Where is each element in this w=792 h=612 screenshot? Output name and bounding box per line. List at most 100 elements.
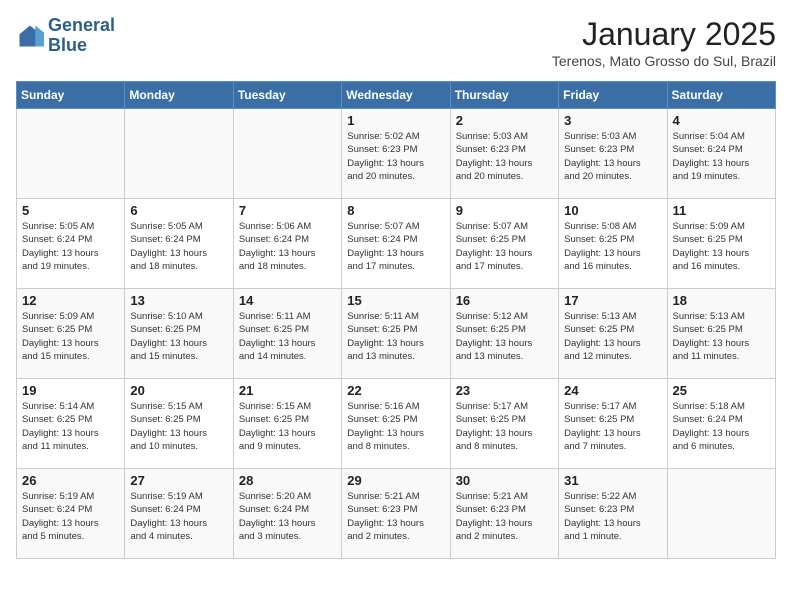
calendar-cell bbox=[233, 109, 341, 199]
calendar-cell: 13 Sunrise: 5:10 AM Sunset: 6:25 PM Dayli… bbox=[125, 289, 233, 379]
day-info: Sunrise: 5:03 AM Sunset: 6:23 PM Dayligh… bbox=[564, 130, 661, 183]
day-number: 29 bbox=[347, 473, 444, 488]
calendar-cell: 1Sunrise: 5:02 AM Sunset: 6:23 PM Daylig… bbox=[342, 109, 450, 199]
calendar-week-3: 12 Sunrise: 5:09 AM Sunset: 6:25 PM Dayli… bbox=[17, 289, 776, 379]
day-number: 27 bbox=[130, 473, 227, 488]
calendar-cell: 28Sunrise: 5:20 AM Sunset: 6:24 PM Dayli… bbox=[233, 469, 341, 559]
day-info: Sunrise: 5:16 AM Sunset: 6:25 PM Dayligh… bbox=[347, 400, 444, 453]
day-info: Sunrise: 5:13 AM Sunset: 6:25 PM Dayligh… bbox=[564, 310, 661, 363]
calendar-cell: 27 Sunrise: 5:19 AM Sunset: 6:24 PM Dayli… bbox=[125, 469, 233, 559]
logo-text: General Blue bbox=[48, 16, 115, 56]
day-info: Sunrise: 5:18 AM Sunset: 6:24 PM Dayligh… bbox=[673, 400, 770, 453]
day-number: 7 bbox=[239, 203, 336, 218]
day-info: Sunrise: 5:08 AM Sunset: 6:25 PM Dayligh… bbox=[564, 220, 661, 273]
day-number: 10 bbox=[564, 203, 661, 218]
day-info: Sunrise: 5:11 AM Sunset: 6:25 PM Dayligh… bbox=[347, 310, 444, 363]
day-number: 19 bbox=[22, 383, 119, 398]
calendar-cell: 2Sunrise: 5:03 AM Sunset: 6:23 PM Daylig… bbox=[450, 109, 558, 199]
calendar-cell: 31 Sunrise: 5:22 AM Sunset: 6:23 PM Dayli… bbox=[559, 469, 667, 559]
day-info: Sunrise: 5:20 AM Sunset: 6:24 PM Dayligh… bbox=[239, 490, 336, 543]
day-info: Sunrise: 5:21 AM Sunset: 6:23 PM Dayligh… bbox=[456, 490, 553, 543]
day-number: 21 bbox=[239, 383, 336, 398]
calendar-cell: 15 Sunrise: 5:11 AM Sunset: 6:25 PM Dayli… bbox=[342, 289, 450, 379]
day-info: Sunrise: 5:09 AM Sunset: 6:25 PM Dayligh… bbox=[22, 310, 119, 363]
day-number: 18 bbox=[673, 293, 770, 308]
day-number: 9 bbox=[456, 203, 553, 218]
day-info: Sunrise: 5:14 AM Sunset: 6:25 PM Dayligh… bbox=[22, 400, 119, 453]
calendar-cell: 14 Sunrise: 5:11 AM Sunset: 6:25 PM Dayli… bbox=[233, 289, 341, 379]
day-info: Sunrise: 5:05 AM Sunset: 6:24 PM Dayligh… bbox=[130, 220, 227, 273]
calendar-cell: 19 Sunrise: 5:14 AM Sunset: 6:25 PM Dayli… bbox=[17, 379, 125, 469]
day-number: 16 bbox=[456, 293, 553, 308]
day-info: Sunrise: 5:22 AM Sunset: 6:23 PM Dayligh… bbox=[564, 490, 661, 543]
day-number: 6 bbox=[130, 203, 227, 218]
day-number: 3 bbox=[564, 113, 661, 128]
calendar-cell: 17Sunrise: 5:13 AM Sunset: 6:25 PM Dayli… bbox=[559, 289, 667, 379]
weekday-header-saturday: Saturday bbox=[667, 82, 775, 109]
calendar-week-4: 19 Sunrise: 5:14 AM Sunset: 6:25 PM Dayli… bbox=[17, 379, 776, 469]
calendar-week-1: 1Sunrise: 5:02 AM Sunset: 6:23 PM Daylig… bbox=[17, 109, 776, 199]
day-number: 8 bbox=[347, 203, 444, 218]
day-number: 12 bbox=[22, 293, 119, 308]
day-number: 11 bbox=[673, 203, 770, 218]
day-info: Sunrise: 5:06 AM Sunset: 6:24 PM Dayligh… bbox=[239, 220, 336, 273]
weekday-header-monday: Monday bbox=[125, 82, 233, 109]
weekday-header-row: SundayMondayTuesdayWednesdayThursdayFrid… bbox=[17, 82, 776, 109]
calendar-cell: 11 Sunrise: 5:09 AM Sunset: 6:25 PM Dayli… bbox=[667, 199, 775, 289]
day-number: 4 bbox=[673, 113, 770, 128]
day-info: Sunrise: 5:09 AM Sunset: 6:25 PM Dayligh… bbox=[673, 220, 770, 273]
day-info: Sunrise: 5:17 AM Sunset: 6:25 PM Dayligh… bbox=[564, 400, 661, 453]
day-info: Sunrise: 5:17 AM Sunset: 6:25 PM Dayligh… bbox=[456, 400, 553, 453]
day-info: Sunrise: 5:03 AM Sunset: 6:23 PM Dayligh… bbox=[456, 130, 553, 183]
day-info: Sunrise: 5:19 AM Sunset: 6:24 PM Dayligh… bbox=[130, 490, 227, 543]
title-block: January 2025 Terenos, Mato Grosso do Sul… bbox=[552, 16, 776, 69]
day-info: Sunrise: 5:04 AM Sunset: 6:24 PM Dayligh… bbox=[673, 130, 770, 183]
day-number: 25 bbox=[673, 383, 770, 398]
calendar-cell: 22 Sunrise: 5:16 AM Sunset: 6:25 PM Dayli… bbox=[342, 379, 450, 469]
weekday-header-thursday: Thursday bbox=[450, 82, 558, 109]
calendar-cell: 5 Sunrise: 5:05 AM Sunset: 6:24 PM Daylig… bbox=[17, 199, 125, 289]
calendar-week-5: 26 Sunrise: 5:19 AM Sunset: 6:24 PM Dayli… bbox=[17, 469, 776, 559]
day-info: Sunrise: 5:13 AM Sunset: 6:25 PM Dayligh… bbox=[673, 310, 770, 363]
calendar-cell bbox=[667, 469, 775, 559]
day-number: 13 bbox=[130, 293, 227, 308]
logo-icon bbox=[16, 22, 44, 50]
day-info: Sunrise: 5:10 AM Sunset: 6:25 PM Dayligh… bbox=[130, 310, 227, 363]
calendar-cell: 6 Sunrise: 5:05 AM Sunset: 6:24 PM Daylig… bbox=[125, 199, 233, 289]
day-number: 31 bbox=[564, 473, 661, 488]
calendar-cell: 30Sunrise: 5:21 AM Sunset: 6:23 PM Dayli… bbox=[450, 469, 558, 559]
calendar-cell: 29 Sunrise: 5:21 AM Sunset: 6:23 PM Dayli… bbox=[342, 469, 450, 559]
calendar-cell: 8 Sunrise: 5:07 AM Sunset: 6:24 PM Daylig… bbox=[342, 199, 450, 289]
calendar-cell: 23Sunrise: 5:17 AM Sunset: 6:25 PM Dayli… bbox=[450, 379, 558, 469]
weekday-header-tuesday: Tuesday bbox=[233, 82, 341, 109]
day-number: 22 bbox=[347, 383, 444, 398]
day-info: Sunrise: 5:07 AM Sunset: 6:24 PM Dayligh… bbox=[347, 220, 444, 273]
day-info: Sunrise: 5:21 AM Sunset: 6:23 PM Dayligh… bbox=[347, 490, 444, 543]
calendar-cell: 4 Sunrise: 5:04 AM Sunset: 6:24 PM Daylig… bbox=[667, 109, 775, 199]
day-info: Sunrise: 5:11 AM Sunset: 6:25 PM Dayligh… bbox=[239, 310, 336, 363]
weekday-header-wednesday: Wednesday bbox=[342, 82, 450, 109]
calendar-cell: 20Sunrise: 5:15 AM Sunset: 6:25 PM Dayli… bbox=[125, 379, 233, 469]
location-subtitle: Terenos, Mato Grosso do Sul, Brazil bbox=[552, 53, 776, 69]
weekday-header-sunday: Sunday bbox=[17, 82, 125, 109]
day-number: 20 bbox=[130, 383, 227, 398]
day-number: 5 bbox=[22, 203, 119, 218]
calendar-cell: 18 Sunrise: 5:13 AM Sunset: 6:25 PM Dayli… bbox=[667, 289, 775, 379]
day-number: 24 bbox=[564, 383, 661, 398]
day-info: Sunrise: 5:07 AM Sunset: 6:25 PM Dayligh… bbox=[456, 220, 553, 273]
day-info: Sunrise: 5:05 AM Sunset: 6:24 PM Dayligh… bbox=[22, 220, 119, 273]
day-info: Sunrise: 5:19 AM Sunset: 6:24 PM Dayligh… bbox=[22, 490, 119, 543]
logo: General Blue bbox=[16, 16, 115, 56]
calendar-week-2: 5 Sunrise: 5:05 AM Sunset: 6:24 PM Daylig… bbox=[17, 199, 776, 289]
day-number: 26 bbox=[22, 473, 119, 488]
calendar-cell: 10 Sunrise: 5:08 AM Sunset: 6:25 PM Dayli… bbox=[559, 199, 667, 289]
calendar-cell: 24 Sunrise: 5:17 AM Sunset: 6:25 PM Dayli… bbox=[559, 379, 667, 469]
calendar-cell bbox=[17, 109, 125, 199]
day-number: 15 bbox=[347, 293, 444, 308]
calendar-cell: 26 Sunrise: 5:19 AM Sunset: 6:24 PM Dayli… bbox=[17, 469, 125, 559]
page-header: General Blue January 2025 Terenos, Mato … bbox=[16, 16, 776, 69]
day-number: 14 bbox=[239, 293, 336, 308]
calendar-cell: 16Sunrise: 5:12 AM Sunset: 6:25 PM Dayli… bbox=[450, 289, 558, 379]
calendar-cell: 25 Sunrise: 5:18 AM Sunset: 6:24 PM Dayli… bbox=[667, 379, 775, 469]
month-title: January 2025 bbox=[552, 16, 776, 53]
